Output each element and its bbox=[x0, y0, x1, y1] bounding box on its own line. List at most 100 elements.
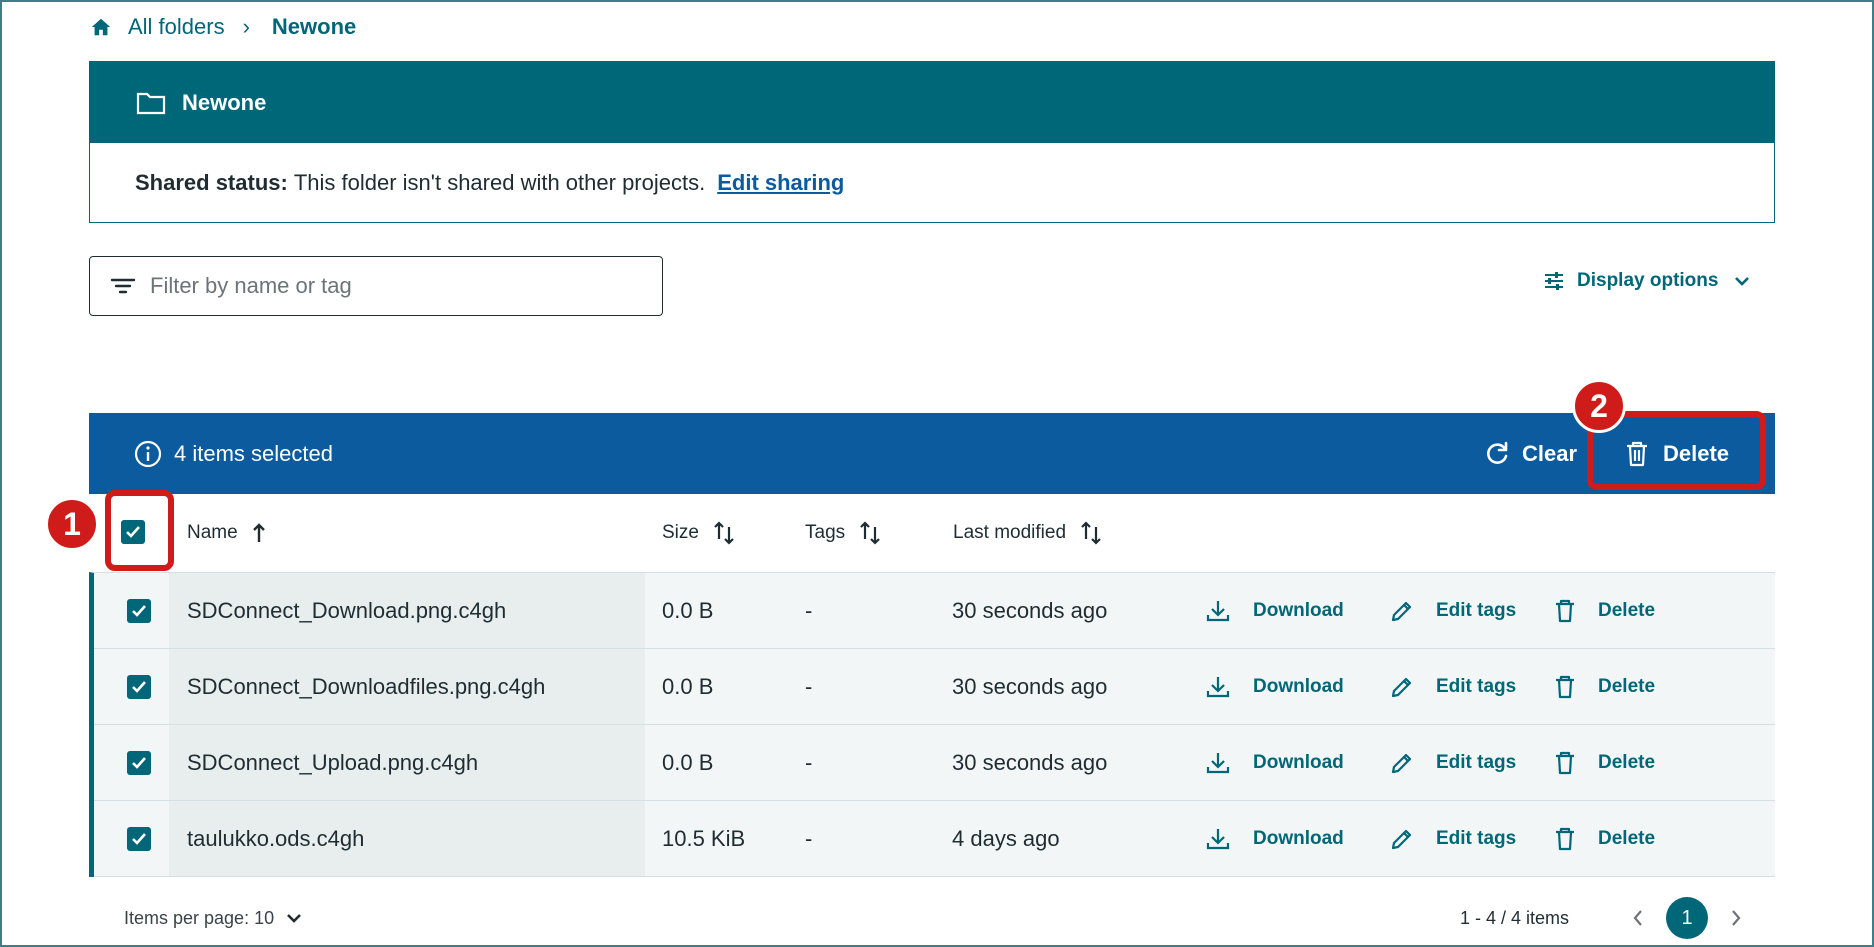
download-button[interactable]: Download bbox=[1205, 725, 1344, 800]
download-icon bbox=[1206, 752, 1230, 773]
check-icon bbox=[132, 833, 146, 845]
edit-tags-label: Edit tags bbox=[1436, 675, 1517, 697]
column-header-name-label: Name bbox=[187, 522, 238, 543]
download-icon bbox=[1206, 676, 1230, 697]
sort-icon bbox=[1081, 521, 1101, 545]
table-row: SDConnect_Download.png.c4gh 0.0 B - 30 s… bbox=[94, 573, 1775, 649]
edit-tags-label: Edit tags bbox=[1436, 751, 1517, 773]
page-1-button[interactable]: 1 bbox=[1666, 897, 1708, 939]
arrow-up-icon bbox=[252, 523, 265, 542]
edit-tags-label: Edit tags bbox=[1436, 599, 1517, 621]
download-button[interactable]: Download bbox=[1205, 573, 1344, 648]
download-button[interactable]: Download bbox=[1205, 801, 1344, 876]
shared-status-label: Shared status: bbox=[135, 169, 288, 195]
pencil-icon bbox=[1391, 677, 1412, 697]
pencil-icon bbox=[1391, 829, 1412, 849]
file-tags: - bbox=[805, 673, 813, 699]
delete-label: Delete bbox=[1598, 827, 1656, 849]
delete-button[interactable]: Delete bbox=[1554, 573, 1655, 648]
step-badge-1: 1 bbox=[45, 497, 99, 551]
shared-status-text: This folder isn't shared with other proj… bbox=[293, 169, 706, 195]
file-name: SDConnect_Download.png.c4gh bbox=[187, 597, 507, 623]
edit-tags-button[interactable]: Edit tags bbox=[1390, 725, 1516, 800]
row-checkbox[interactable] bbox=[127, 827, 151, 851]
folder-title: Newone bbox=[182, 89, 267, 115]
previous-page-button[interactable] bbox=[1624, 904, 1652, 932]
edit-tags-button[interactable]: Edit tags bbox=[1390, 649, 1516, 724]
file-tags: - bbox=[805, 749, 813, 775]
file-size: 10.5 KiB bbox=[662, 825, 746, 851]
file-table: SDConnect_Download.png.c4gh 0.0 B - 30 s… bbox=[89, 572, 1775, 877]
column-header-last-modified-label: Last modified bbox=[953, 522, 1067, 543]
clear-label: Clear bbox=[1522, 440, 1578, 466]
filter-box bbox=[89, 256, 663, 316]
select-all-highlight-box bbox=[105, 490, 174, 571]
edit-tags-button[interactable]: Edit tags bbox=[1390, 801, 1516, 876]
pencil-icon bbox=[1391, 601, 1412, 621]
download-label: Download bbox=[1253, 675, 1344, 697]
home-icon[interactable] bbox=[90, 16, 112, 38]
column-header-tags[interactable]: Tags bbox=[805, 518, 881, 548]
sort-icon bbox=[714, 521, 734, 545]
info-icon bbox=[134, 440, 162, 467]
file-name: SDConnect_Upload.png.c4gh bbox=[187, 749, 479, 775]
filter-icon bbox=[110, 278, 136, 294]
clear-button[interactable]: Clear bbox=[1484, 413, 1577, 494]
pagination-range: 1 - 4 / 4 items bbox=[1460, 907, 1570, 928]
trash-icon bbox=[1556, 675, 1574, 698]
selection-bar: 4 items selected Clear Delete bbox=[89, 413, 1775, 494]
delete-label: Delete bbox=[1598, 751, 1656, 773]
delete-button[interactable]: Delete bbox=[1554, 649, 1655, 724]
selection-info: 4 items selected bbox=[134, 440, 333, 468]
selection-count: 4 items selected bbox=[174, 440, 333, 466]
delete-button[interactable]: Delete bbox=[1554, 725, 1655, 800]
file-name: taulukko.ods.c4gh bbox=[187, 825, 365, 851]
shared-status: Shared status: This folder isn't shared … bbox=[90, 143, 1774, 222]
column-header-size[interactable]: Size bbox=[662, 518, 735, 548]
folder-icon bbox=[136, 92, 166, 114]
display-options-label: Display options bbox=[1577, 270, 1719, 291]
check-icon bbox=[132, 757, 146, 769]
file-modified: 30 seconds ago bbox=[952, 673, 1108, 699]
step-badge-2: 2 bbox=[1572, 379, 1626, 433]
file-size: 0.0 B bbox=[662, 749, 714, 775]
download-button[interactable]: Download bbox=[1205, 649, 1344, 724]
delete-button[interactable]: Delete bbox=[1554, 801, 1655, 876]
refresh-icon bbox=[1487, 441, 1508, 464]
file-modified: 4 days ago bbox=[952, 825, 1060, 851]
column-header-last-modified[interactable]: Last modified bbox=[953, 518, 1102, 548]
items-per-page-label: Items per page: 10 bbox=[124, 907, 275, 928]
download-label: Download bbox=[1253, 751, 1344, 773]
edit-tags-label: Edit tags bbox=[1436, 827, 1517, 849]
column-header-tags-label: Tags bbox=[805, 522, 846, 543]
breadcrumb-separator: › bbox=[242, 14, 250, 39]
edit-sharing-link[interactable]: Edit sharing bbox=[717, 170, 844, 196]
folder-header: Newone bbox=[90, 62, 1774, 143]
next-page-button[interactable] bbox=[1722, 904, 1750, 932]
trash-icon bbox=[1556, 599, 1574, 622]
row-checkbox[interactable] bbox=[127, 599, 151, 623]
download-icon bbox=[1206, 828, 1230, 849]
file-size: 0.0 B bbox=[662, 597, 714, 623]
row-checkbox[interactable] bbox=[127, 751, 151, 775]
row-checkbox[interactable] bbox=[127, 675, 151, 699]
column-header-size-label: Size bbox=[662, 522, 699, 543]
trash-icon bbox=[1556, 751, 1574, 774]
sort-icon bbox=[860, 521, 880, 545]
folder-card: Newone Shared status: This folder isn't … bbox=[89, 61, 1775, 223]
breadcrumb-all-folders[interactable]: All folders bbox=[128, 14, 225, 40]
table-row: taulukko.ods.c4gh 10.5 KiB - 4 days ago … bbox=[94, 801, 1775, 877]
display-options-button[interactable]: Display options bbox=[1543, 266, 1750, 296]
filter-input[interactable] bbox=[150, 273, 630, 299]
file-tags: - bbox=[805, 825, 813, 851]
chevron-down-icon bbox=[1735, 277, 1750, 286]
file-name: SDConnect_Downloadfiles.png.c4gh bbox=[187, 673, 546, 699]
items-per-page-select[interactable]: Items per page: 10 bbox=[124, 904, 302, 932]
check-icon bbox=[132, 681, 146, 693]
column-header-name[interactable]: Name bbox=[187, 518, 266, 548]
pencil-icon bbox=[1391, 753, 1412, 773]
edit-tags-button[interactable]: Edit tags bbox=[1390, 573, 1516, 648]
table-row: SDConnect_Downloadfiles.png.c4gh 0.0 B -… bbox=[94, 649, 1775, 725]
delete-label: Delete bbox=[1598, 599, 1656, 621]
trash-icon bbox=[1556, 827, 1574, 850]
